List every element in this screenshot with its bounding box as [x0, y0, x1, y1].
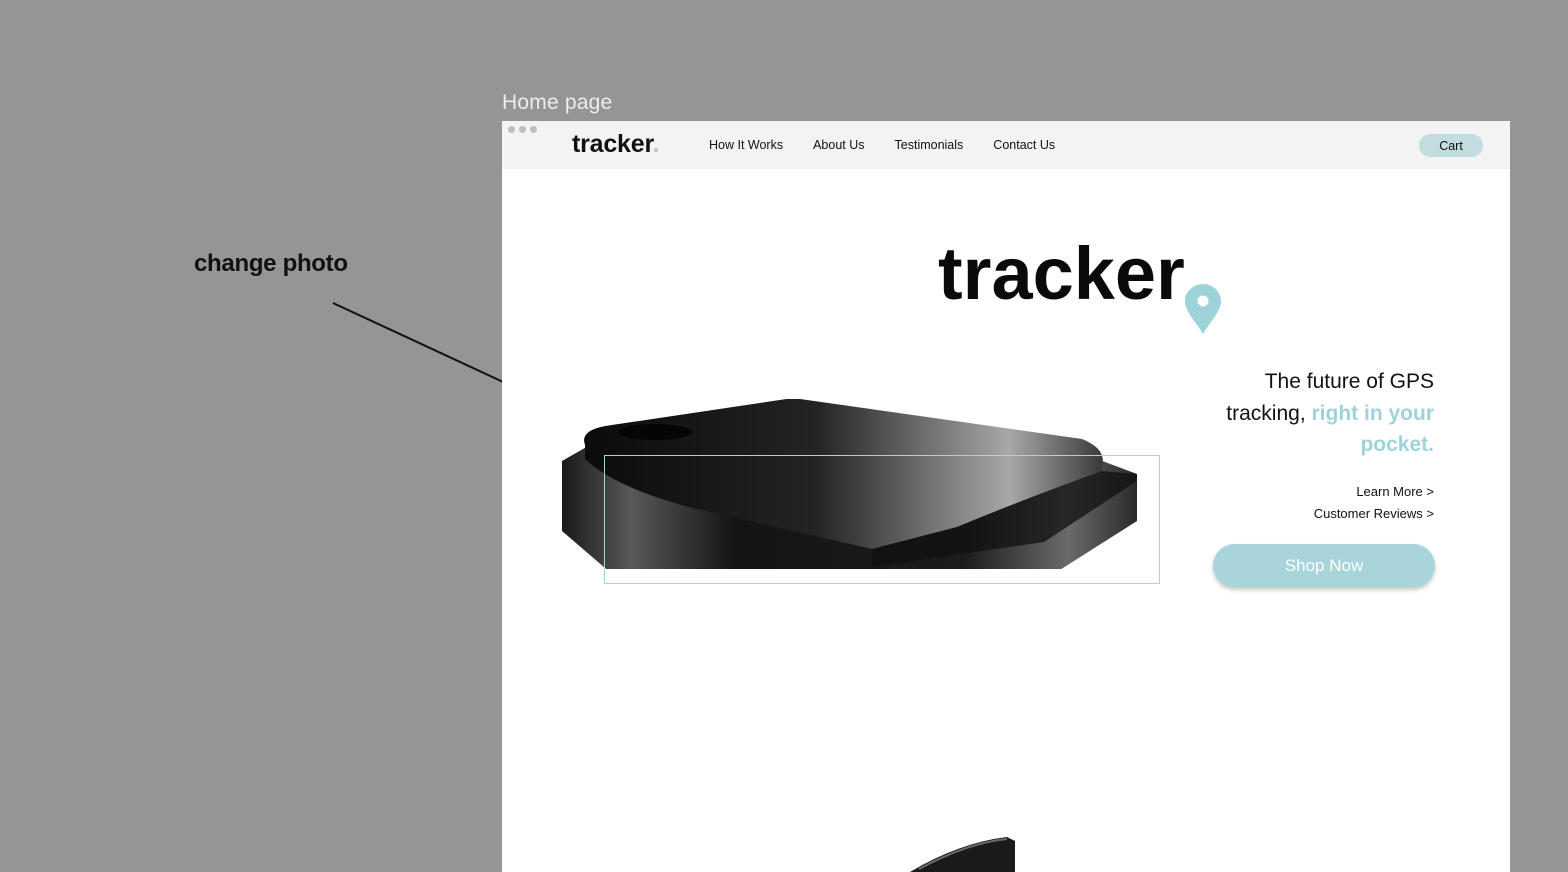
shop-now-button[interactable]: Shop Now: [1213, 544, 1435, 587]
photo-selection-box: [604, 455, 1160, 584]
cart-button[interactable]: Cart: [1419, 134, 1483, 157]
hero-brand-title: tracker: [938, 232, 1185, 315]
product-photo-secondary: [910, 837, 1015, 872]
window-dots-icon: [508, 126, 537, 133]
learn-more-link[interactable]: Learn More >: [1314, 481, 1434, 503]
nav-link-contact-us[interactable]: Contact Us: [993, 138, 1055, 152]
map-pin-icon: [1185, 284, 1221, 334]
home-page-frame: tracker. How It Works About Us Testimoni…: [502, 121, 1510, 872]
nav-link-testimonials[interactable]: Testimonials: [895, 138, 964, 152]
customer-reviews-link[interactable]: Customer Reviews >: [1314, 503, 1434, 525]
nav-logo-text: tracker: [572, 130, 653, 158]
nav-logo-dot: .: [652, 130, 660, 158]
tagline-accent: right in your pocket.: [1311, 401, 1435, 457]
nav-logo[interactable]: tracker.: [572, 130, 660, 159]
nav-link-how-it-works[interactable]: How It Works: [709, 138, 783, 152]
hero-links: Learn More > Customer Reviews >: [1314, 481, 1434, 525]
hero-tagline: The future of GPS tracking, right in you…: [1182, 366, 1434, 461]
nav-link-about-us[interactable]: About Us: [813, 138, 864, 152]
nav-links: How It Works About Us Testimonials Conta…: [709, 138, 1085, 152]
navbar: tracker. How It Works About Us Testimoni…: [502, 121, 1510, 169]
